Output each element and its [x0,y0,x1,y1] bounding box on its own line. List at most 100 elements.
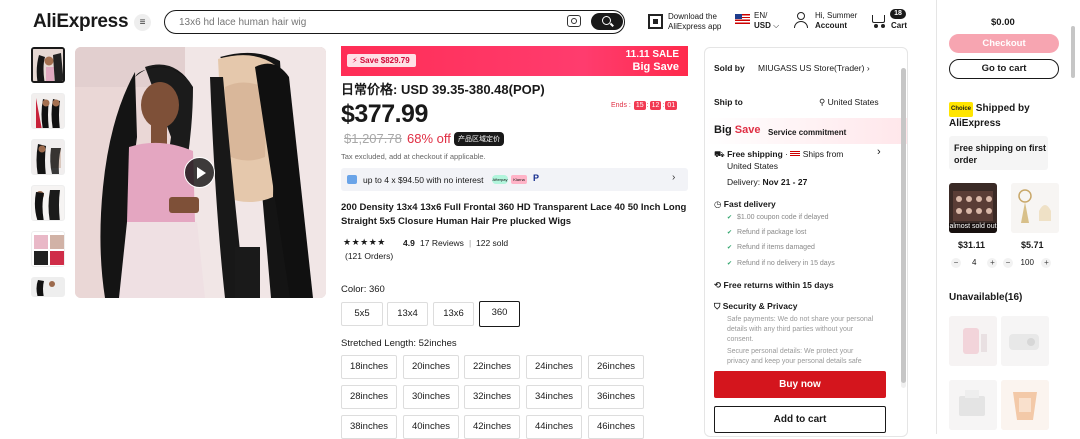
quantity-stepper[interactable]: − 4 + [951,258,998,268]
menu-icon[interactable]: ≡ [134,14,151,31]
download-app-link[interactable]: Download the AliExpress app [668,12,721,32]
length-option[interactable]: 42inches [464,415,520,439]
timer-minutes: 12 [649,101,662,110]
buy-now-button[interactable]: Buy now [714,371,886,398]
length-option[interactable]: 30inches [403,385,459,409]
installment-bar[interactable]: up to 4 x $94.50 with no interest Afterp… [341,168,688,191]
checkout-button[interactable]: Checkout [949,34,1059,53]
length-option[interactable]: 20inches [403,355,459,379]
current-price: $377.99 [341,100,428,128]
quantity-stepper[interactable]: − 100 + [1003,258,1052,268]
free-shipping-row[interactable]: ⛟ Free shipping · Ships from [714,149,843,161]
download-line2: AliExpress app [668,22,722,31]
gallery-thumbnail[interactable] [31,139,65,175]
sale-title: 11.11 SALE Big Save [626,49,679,73]
color-option[interactable]: 5x5 [341,302,383,326]
unavailable-item-image[interactable] [949,316,997,366]
chevron-down-icon: ⌵ [773,21,780,30]
qr-code-icon[interactable] [648,14,663,29]
fast-delivery-row: ◷ Fast delivery [714,199,776,210]
regional-pricing-badge[interactable]: 产品区域定价 [454,132,504,146]
length-option[interactable]: 32inches [464,385,520,409]
sale-line1: 11.11 SALE [625,49,679,60]
length-option[interactable]: 40inches [403,415,459,439]
gallery-thumbnail[interactable] [31,277,65,297]
ships-from-label: Ships from [802,149,844,159]
account-menu[interactable]: Hi, Summer Account [815,11,857,31]
cart-item-price: $5.71 [1021,240,1044,250]
unavailable-item-image[interactable] [949,380,997,430]
almost-sold-out-label: almost sold out [949,223,997,230]
length-option[interactable]: 28inches [341,385,397,409]
panel-scrollbar-thumb[interactable] [901,68,906,383]
length-label: Stretched Length: 52inches [341,338,457,349]
installment-icon [347,175,357,184]
language-currency-selector[interactable]: EN/ USD ⌵ [754,11,779,31]
length-option[interactable]: 44inches [526,415,582,439]
play-video-button[interactable] [184,157,215,188]
search-button[interactable] [591,13,623,30]
gallery-thumbnail[interactable] [31,93,65,129]
cart-label[interactable]: Cart [891,21,907,31]
color-option[interactable]: 13x4 [387,302,428,326]
length-option[interactable]: 36inches [588,385,644,409]
go-to-cart-button[interactable]: Go to cart [949,59,1059,79]
length-option[interactable]: 18inches [341,355,397,379]
fast-delivery-item: Refund if no delivery in 15 days [727,260,835,267]
paypal-logo: P [533,173,540,183]
stars-icon: ★★★★★ [343,237,386,247]
tax-note: Tax excluded, add at checkout if applica… [341,152,486,161]
fast-delivery-item: Refund if package lost [727,229,806,236]
cart-item-image[interactable]: almost sold out [949,183,997,233]
free-returns-row[interactable]: ⟲ Free returns within 15 days [714,280,834,291]
search-input[interactable] [179,14,559,30]
language-label: EN/ [754,11,768,20]
user-icon[interactable] [794,12,808,29]
cart-icon[interactable] [870,13,886,28]
increment-button[interactable]: + [1041,258,1052,268]
download-line1: Download the [668,12,717,21]
bigsave-save: Save [734,124,761,136]
length-option[interactable]: 22inches [464,355,520,379]
fast-delivery-item: Refund if items damaged [727,244,815,251]
aliexpress-logo[interactable]: AliExpress [33,11,129,33]
unavailable-heading: Unavailable(16) [949,292,1023,303]
unavailable-item-image[interactable] [1001,316,1049,366]
free-shipping-box: Free shipping on first order [949,136,1048,170]
ship-to-selector[interactable]: ⚲ United States [819,97,879,108]
camera-search-icon[interactable] [567,15,581,27]
length-option[interactable]: 24inches [526,355,582,379]
reviews-link[interactable]: 17 Reviews [420,238,464,248]
save-amount: Save $829.79 [359,56,410,65]
decrement-button[interactable]: − [951,258,961,268]
quantity-value[interactable]: 4 [963,258,985,267]
unavailable-item-image[interactable] [1001,380,1049,430]
shield-icon: ⛉ [714,301,721,311]
gallery-thumbnail[interactable] [31,231,65,267]
length-option[interactable]: 46inches [588,415,644,439]
delivery-dates: Nov 21 - 27 [762,177,808,187]
quantity-value[interactable]: 100 [1015,258,1039,267]
gallery-thumbnail[interactable] [31,185,65,221]
search-bar[interactable] [164,10,625,34]
length-option[interactable]: 38inches [341,415,397,439]
add-to-cart-button[interactable]: Add to cart [714,406,886,433]
purchase-panel: Sold by MIUGASS US Store(Trader) › Ship … [704,47,908,437]
security-privacy-row[interactable]: ⛉ Security & Privacy [714,301,797,312]
cart-item-image[interactable] [1011,183,1059,233]
delivery-estimate: Delivery: Nov 21 - 27 [727,177,807,187]
installment-text: up to 4 x $94.50 with no interest [363,175,484,185]
klarna-logo: Klarna [511,175,527,184]
gallery-thumbnail[interactable] [31,47,65,83]
length-option[interactable]: 34inches [526,385,582,409]
currency-label: USD [754,21,771,30]
color-option-selected[interactable]: 360 [479,301,520,327]
sidebar-scrollbar-thumb[interactable] [1071,26,1075,78]
decrement-button[interactable]: − [1003,258,1013,268]
length-option[interactable]: 26inches [588,355,644,379]
sale-line2: Big Save [632,61,679,73]
return-icon: ⟲ [714,280,722,290]
store-link[interactable]: MIUGASS US Store(Trader) › [758,63,870,73]
color-option[interactable]: 13x6 [433,302,474,326]
increment-button[interactable]: + [987,258,998,268]
